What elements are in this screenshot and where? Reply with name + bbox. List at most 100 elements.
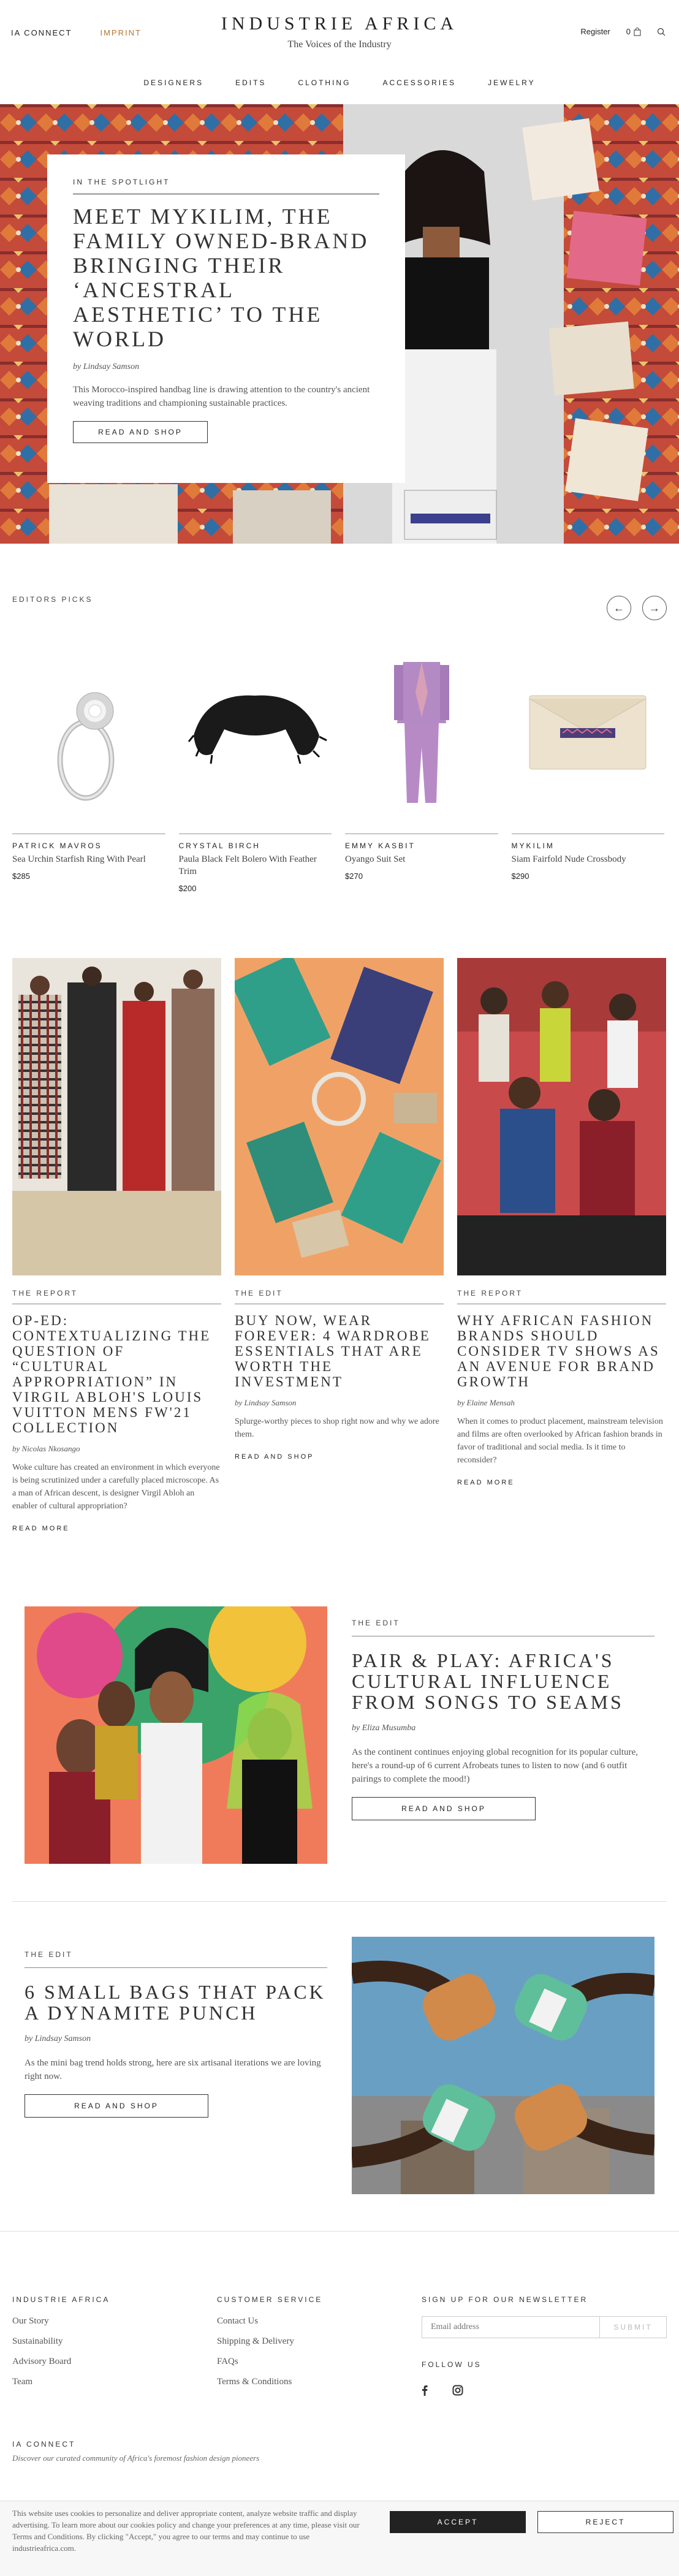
search-icon[interactable] — [657, 28, 666, 36]
nav-designers[interactable]: DESIGNERS — [143, 78, 203, 87]
footer-link-contact-us[interactable]: Contact Us — [217, 2316, 322, 2327]
feature-image[interactable] — [25, 1606, 327, 1864]
newsletter-signup: SIGN UP FOR OUR NEWSLETTER SUBMIT FOLLOW… — [422, 2295, 667, 2396]
article-kicker: THE REPORT — [457, 1289, 523, 1297]
footer-col-customer-service: CUSTOMER SERVICE Contact Us Shipping & D… — [217, 2295, 322, 2397]
product-price: $270 — [345, 872, 363, 881]
feature-deck: As the continent continues enjoying glob… — [352, 1747, 638, 1784]
cart-button[interactable]: 0 — [626, 27, 641, 36]
feature-title[interactable]: PAIR & PLAY: AFRICA'S CULTURAL INFLUENCE… — [352, 1650, 654, 1712]
feature-image[interactable] — [352, 1937, 654, 2194]
nav-edits[interactable]: EDITS — [235, 78, 266, 87]
cookie-message: This website uses cookies to personalize… — [12, 2509, 360, 2553]
register-link[interactable]: Register — [580, 27, 610, 36]
footer-link-terms[interactable]: Terms & Conditions — [217, 2377, 322, 2387]
footer-link-our-story[interactable]: Our Story — [12, 2316, 110, 2327]
nav-jewelry[interactable]: JEWELRY — [488, 78, 535, 87]
footer-col-industrie-africa: INDUSTRIE AFRICA Our Story Sustainabilit… — [12, 2295, 110, 2397]
ia-connect-title[interactable]: IA CONNECT — [12, 2440, 259, 2449]
cookie-accept-button[interactable]: ACCEPT — [390, 2511, 526, 2533]
product-card[interactable]: EMMY KASBIT Oyango Suit Set $270 — [345, 637, 498, 893]
article-card: THE EDIT BUY NOW, WEAR FOREVER: 4 WARDRO… — [235, 958, 444, 1533]
footer-link-faqs[interactable]: FAQs — [217, 2357, 322, 2367]
product-price: $200 — [178, 884, 197, 893]
article-deck: When it comes to product placement, main… — [457, 1417, 663, 1465]
instagram-icon[interactable] — [452, 2385, 463, 2396]
newsletter-form: SUBMIT — [422, 2316, 667, 2338]
feature-text: THE EDIT 6 SMALL BAGS THAT PACK A DYNAMI… — [25, 1950, 327, 2118]
feature-pair-and-play: THE EDIT PAIR & PLAY: AFRICA'S CULTURAL … — [25, 1606, 654, 1864]
footer-link-team[interactable]: Team — [12, 2377, 110, 2387]
cookie-banner: This website uses cookies to personalize… — [0, 2501, 679, 2576]
product-brand[interactable]: MYKILIM — [512, 842, 665, 850]
article-title[interactable]: WHY AFRICAN FASHION BRANDS SHOULD CONSID… — [457, 1313, 666, 1389]
article-image[interactable] — [457, 958, 666, 1275]
article-title[interactable]: BUY NOW, WEAR FOREVER: 4 WARDROBE ESSENT… — [235, 1313, 444, 1389]
article-kicker: THE REPORT — [12, 1289, 78, 1297]
product-name[interactable]: Sea Urchin Starfish Ring With Pearl — [12, 853, 165, 865]
article-kicker: THE EDIT — [235, 1289, 283, 1297]
shopping-bag-icon — [634, 27, 641, 36]
newsletter-email-input[interactable] — [422, 2316, 599, 2338]
footer-heading: CUSTOMER SERVICE — [217, 2295, 323, 2304]
feature-byline: by Eliza Musumba — [352, 1723, 416, 1733]
section-divider — [12, 1901, 667, 1902]
article-byline: by Elaine Mensah — [457, 1398, 515, 1407]
product-card[interactable]: CRYSTAL BIRCH Paula Black Felt Bolero Wi… — [178, 637, 332, 893]
header-right-links: Register 0 — [580, 27, 666, 36]
product-card[interactable]: PATRICK MAVROS Sea Urchin Starfish Ring … — [12, 637, 165, 893]
article-card: THE REPORT WHY AFRICAN FASHION BRANDS SH… — [457, 958, 666, 1533]
footer-link-shipping[interactable]: Shipping & Delivery — [217, 2336, 322, 2347]
cart-count: 0 — [626, 27, 631, 36]
hero-card: IN THE SPOTLIGHT MEET MYKILIM, THE FAMIL… — [47, 154, 405, 483]
feature-read-and-shop-button[interactable]: READ AND SHOP — [25, 2094, 208, 2118]
feature-small-bags: THE EDIT 6 SMALL BAGS THAT PACK A DYNAMI… — [25, 1937, 654, 2194]
footer-heading: INDUSTRIE AFRICA — [12, 2295, 110, 2304]
hero-read-and-shop-button[interactable]: READ AND SHOP — [73, 421, 208, 443]
product-image-ring[interactable] — [12, 637, 165, 821]
product-name[interactable]: Siam Fairfold Nude Crossbody — [512, 853, 665, 865]
article-byline: by Nicolas Nkosango — [12, 1444, 80, 1453]
product-image-suit[interactable] — [345, 637, 498, 821]
product-brand[interactable]: EMMY KASBIT — [345, 842, 498, 850]
article-image[interactable] — [235, 958, 444, 1275]
editors-picks-label: EDITORS PICKS — [12, 595, 93, 604]
article-read-more-link[interactable]: READ MORE — [457, 1479, 515, 1486]
newsletter-submit-button[interactable]: SUBMIT — [599, 2316, 667, 2338]
product-name[interactable]: Paula Black Felt Bolero With Feather Tri… — [179, 853, 332, 878]
product-card[interactable]: MYKILIM Siam Fairfold Nude Crossbody $29… — [511, 637, 665, 893]
site-footer: INDUSTRIE AFRICA Our Story Sustainabilit… — [0, 2231, 679, 2501]
nav-accessories[interactable]: ACCESSORIES — [382, 78, 456, 87]
facebook-icon[interactable] — [422, 2385, 428, 2396]
site-logo[interactable]: INDUSTRIE AFRICA The Voices of the Indus… — [0, 13, 679, 50]
articles-grid: THE REPORT OP-ED: CONTEXTUALIZING THE QU… — [12, 958, 667, 1533]
product-brand[interactable]: CRYSTAL BIRCH — [179, 842, 332, 850]
article-read-and-shop-link[interactable]: READ AND SHOP — [235, 1453, 314, 1461]
picks-prev-button[interactable]: ← — [607, 596, 631, 620]
product-image-crossbody[interactable] — [512, 637, 665, 821]
article-image[interactable] — [12, 958, 221, 1275]
main-nav: DESIGNERS EDITS CLOTHING ACCESSORIES JEW… — [0, 78, 679, 87]
footer-link-advisory-board[interactable]: Advisory Board — [12, 2357, 110, 2367]
footer-link-sustainability[interactable]: Sustainability — [12, 2336, 110, 2347]
product-name[interactable]: Oyango Suit Set — [345, 853, 498, 865]
hero-title[interactable]: MEET MYKILIM, THE FAMILY OWNED-BRAND BRI… — [73, 204, 379, 351]
article-deck: Woke culture has created an environment … — [12, 1463, 220, 1511]
site-header: IA CONNECT IMPRINT INDUSTRIE AFRICA The … — [0, 0, 679, 104]
footer-ia-connect: IA CONNECT Discover our curated communit… — [12, 2440, 259, 2463]
logo-tagline: The Voices of the Industry — [287, 39, 392, 50]
article-title[interactable]: OP-ED: CONTEXTUALIZING THE QUESTION OF “… — [12, 1313, 221, 1435]
nav-clothing[interactable]: CLOTHING — [298, 78, 351, 87]
feature-title[interactable]: 6 SMALL BAGS THAT PACK A DYNAMITE PUNCH — [25, 1981, 327, 2023]
follow-us-heading: FOLLOW US — [422, 2360, 482, 2369]
feature-text: THE EDIT PAIR & PLAY: AFRICA'S CULTURAL … — [352, 1619, 654, 1820]
article-read-more-link[interactable]: READ MORE — [12, 1525, 70, 1532]
product-image-bolero[interactable] — [179, 637, 332, 821]
product-brand[interactable]: PATRICK MAVROS — [12, 842, 165, 850]
feature-read-and-shop-button[interactable]: READ AND SHOP — [352, 1797, 536, 1820]
arrow-right-icon: → — [649, 601, 660, 614]
arrow-left-icon: ← — [613, 601, 624, 614]
article-card: THE REPORT OP-ED: CONTEXTUALIZING THE QU… — [12, 958, 221, 1533]
cookie-reject-button[interactable]: REJECT — [537, 2511, 673, 2533]
picks-next-button[interactable]: → — [642, 596, 667, 620]
